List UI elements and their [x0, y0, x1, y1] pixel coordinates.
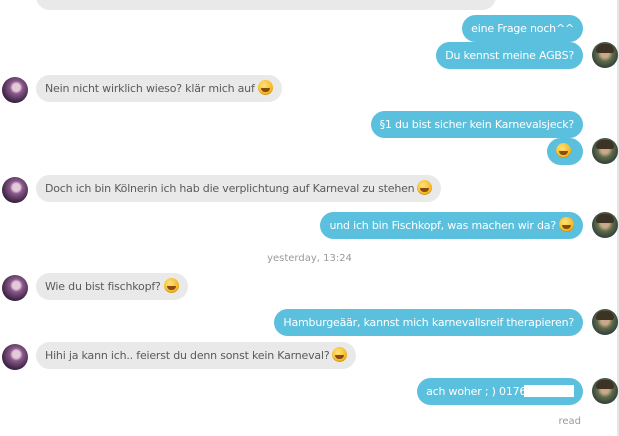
avatar-own[interactable] — [592, 309, 618, 335]
grinning-face-icon — [417, 180, 433, 195]
avatar-contact[interactable] — [2, 77, 28, 103]
message-outgoing: eine Frage noch^^ — [462, 15, 583, 42]
message-incoming: Hihi ja kann ich.. feierst du denn sonst… — [36, 342, 357, 369]
grinning-face-icon — [257, 80, 273, 95]
message-text: Nein nicht wirklich wieso? klär mich auf — [45, 82, 255, 95]
read-receipt: read — [558, 416, 581, 427]
message-incoming: Nein nicht wirklich wieso? klär mich auf — [36, 75, 282, 102]
grinning-face-icon — [556, 143, 571, 158]
message-outgoing: Hamburgeäär, kannst mich karnevallsreif … — [274, 309, 583, 336]
avatar-own[interactable] — [592, 42, 618, 68]
message-incoming: Doch ich bin Kölnerin ich hab die verpli… — [36, 175, 442, 202]
grinning-face-icon — [559, 217, 574, 232]
message-text: eine Frage noch^^ — [471, 22, 574, 35]
message-text: Hihi ja kann ich.. feierst du denn sonst… — [45, 349, 330, 362]
message-outgoing-emoji — [547, 138, 583, 165]
date-separator: yesterday, 13:24 — [267, 253, 352, 264]
message-text: Du kennst meine AGBS? — [445, 49, 574, 62]
message-text: Hamburgeäär, kannst mich karnevallsreif … — [283, 316, 574, 329]
grinning-face-icon — [332, 347, 348, 362]
message-text: ach woher ; ) 0176- — [426, 385, 530, 398]
avatar-contact[interactable] — [2, 177, 28, 203]
message-bubble-cutoff — [36, 0, 496, 10]
redaction-mark — [524, 385, 574, 397]
message-incoming: Wie du bist fischkopf? — [36, 273, 188, 300]
avatar-own[interactable] — [592, 212, 618, 238]
grinning-face-icon — [163, 278, 179, 293]
message-text: §1 du bist sicher kein Karnevalsjeck? — [379, 118, 575, 131]
avatar-contact[interactable] — [2, 275, 28, 301]
message-text: Doch ich bin Kölnerin ich hab die verpli… — [45, 182, 415, 195]
avatar-contact[interactable] — [2, 344, 28, 370]
message-text: und ich bin Fischkopf, was machen wir da… — [329, 219, 556, 232]
message-outgoing: und ich bin Fischkopf, was machen wir da… — [320, 212, 583, 239]
avatar-own[interactable] — [592, 378, 618, 404]
message-outgoing: §1 du bist sicher kein Karnevalsjeck? — [370, 111, 583, 138]
avatar-own[interactable] — [592, 138, 618, 164]
message-text: Wie du bist fischkopf? — [45, 280, 161, 293]
message-outgoing: ach woher ; ) 0176- — [417, 378, 583, 405]
message-outgoing: Du kennst meine AGBS? — [436, 42, 583, 69]
